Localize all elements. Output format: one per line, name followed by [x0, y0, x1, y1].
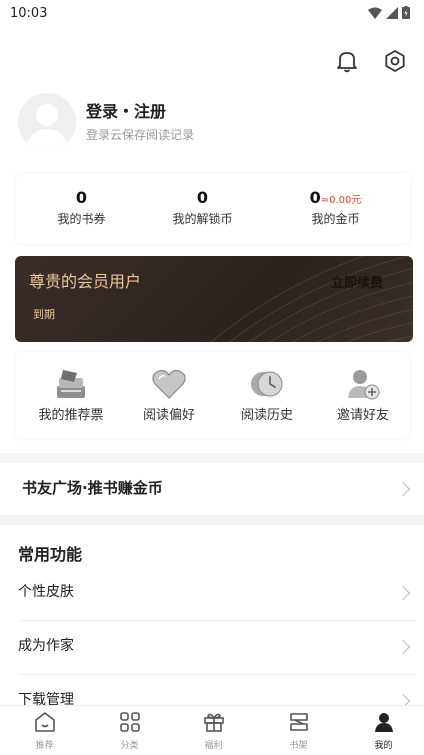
- status-time: 10:03: [10, 6, 48, 21]
- profile-page: 登录・注册 登录云保存阅读记录 0 我的书券 0 我的解锁币 0≈0.00元 我…: [0, 28, 424, 705]
- become-author-row[interactable]: 成为作家: [18, 621, 416, 675]
- bell-icon[interactable]: [334, 48, 360, 74]
- tab-welfare[interactable]: 福利: [171, 710, 256, 751]
- common-functions-section: 常用功能 个性皮肤 成为作家 下载管理: [0, 525, 424, 705]
- tool-label: 我的推荐票: [38, 408, 104, 423]
- stat-unlock-coins[interactable]: 0 我的解锁币: [137, 188, 268, 227]
- vip-renew-button[interactable]: 立即续费: [331, 272, 383, 291]
- download-manage-row[interactable]: 下载管理: [18, 675, 416, 705]
- row-label: 下载管理: [18, 692, 74, 705]
- section-title: 常用功能: [18, 545, 83, 564]
- tools-card: 我的推荐票 阅读偏好 阅读历史 邀请好友: [16, 352, 410, 438]
- profile-header[interactable]: 登录・注册 登录云保存阅读记录: [18, 93, 408, 153]
- vip-decoration: [210, 256, 413, 342]
- chevron-right-icon: [395, 639, 411, 655]
- bookshelf-icon: [287, 710, 311, 734]
- heart-icon: [151, 368, 187, 400]
- stat-value: 0: [309, 188, 321, 207]
- login-hint: 登录云保存阅读记录: [86, 128, 195, 142]
- wifi-icon: [368, 7, 382, 19]
- home-icon: [33, 710, 57, 734]
- avatar[interactable]: [18, 93, 76, 151]
- tab-recommend[interactable]: 推荐: [2, 710, 87, 751]
- tool-label: 阅读偏好: [142, 408, 195, 423]
- status-bar: 10:03: [0, 0, 424, 28]
- section-divider: [0, 515, 424, 525]
- stats-card: 0 我的书券 0 我的解锁币 0≈0.00元 我的金币: [16, 174, 410, 244]
- stat-book-coupons[interactable]: 0 我的书券: [16, 188, 147, 227]
- history-icon: [249, 368, 285, 400]
- stat-value: 0: [75, 188, 88, 207]
- invite-friends-button[interactable]: 邀请好友: [314, 368, 412, 423]
- stat-gold-yuan: ≈0.00元: [320, 195, 362, 206]
- vip-title: 尊贵的会员用户: [29, 272, 142, 291]
- vip-expire: 到期: [33, 308, 55, 321]
- section-divider: [0, 453, 424, 463]
- tab-bookshelf[interactable]: 书架: [256, 710, 341, 751]
- login-register-link[interactable]: 登录・注册: [86, 98, 166, 122]
- tab-label: 福利: [204, 741, 223, 751]
- tab-mine[interactable]: 我的: [341, 710, 424, 751]
- vip-banner[interactable]: 尊贵的会员用户 到期 立即续费: [15, 256, 413, 342]
- tab-label: 我的: [374, 741, 393, 751]
- chevron-right-icon: [395, 585, 411, 601]
- invite-icon: [345, 368, 381, 400]
- tool-label: 邀请好友: [336, 408, 389, 423]
- reading-history-button[interactable]: 阅读历史: [218, 368, 316, 423]
- category-icon: [118, 710, 142, 734]
- bottom-tab-bar: 推荐 分类 福利 书架 我的: [0, 705, 424, 755]
- gift-icon: [202, 710, 226, 734]
- ticket-icon: [53, 368, 89, 400]
- stat-label: 我的书券: [57, 212, 106, 226]
- stat-gold-coins[interactable]: 0≈0.00元 我的金币: [270, 188, 401, 227]
- book-plaza-label: 书友广场·推书赚金币: [22, 479, 163, 497]
- reading-preference-button[interactable]: 阅读偏好: [120, 368, 218, 423]
- profile-icon: [372, 710, 396, 734]
- row-label: 个性皮肤: [18, 584, 74, 600]
- tab-category[interactable]: 分类: [87, 710, 172, 751]
- tab-label: 书架: [289, 741, 308, 751]
- book-plaza-row[interactable]: 书友广场·推书赚金币: [0, 463, 424, 515]
- tool-label: 阅读历史: [240, 408, 293, 423]
- stat-value: 0: [196, 188, 209, 207]
- stat-label: 我的金币: [311, 212, 360, 226]
- tab-label: 推荐: [35, 741, 54, 751]
- chevron-right-icon: [395, 481, 411, 497]
- row-label: 成为作家: [18, 638, 74, 654]
- stat-label: 我的解锁币: [172, 212, 233, 226]
- chevron-right-icon: [395, 693, 411, 705]
- settings-icon[interactable]: [382, 48, 408, 74]
- recommend-ticket-button[interactable]: 我的推荐票: [22, 368, 120, 423]
- tab-label: 分类: [120, 741, 139, 751]
- skin-row[interactable]: 个性皮肤: [18, 567, 416, 621]
- battery-icon: [402, 6, 410, 19]
- signal-icon: [386, 6, 398, 19]
